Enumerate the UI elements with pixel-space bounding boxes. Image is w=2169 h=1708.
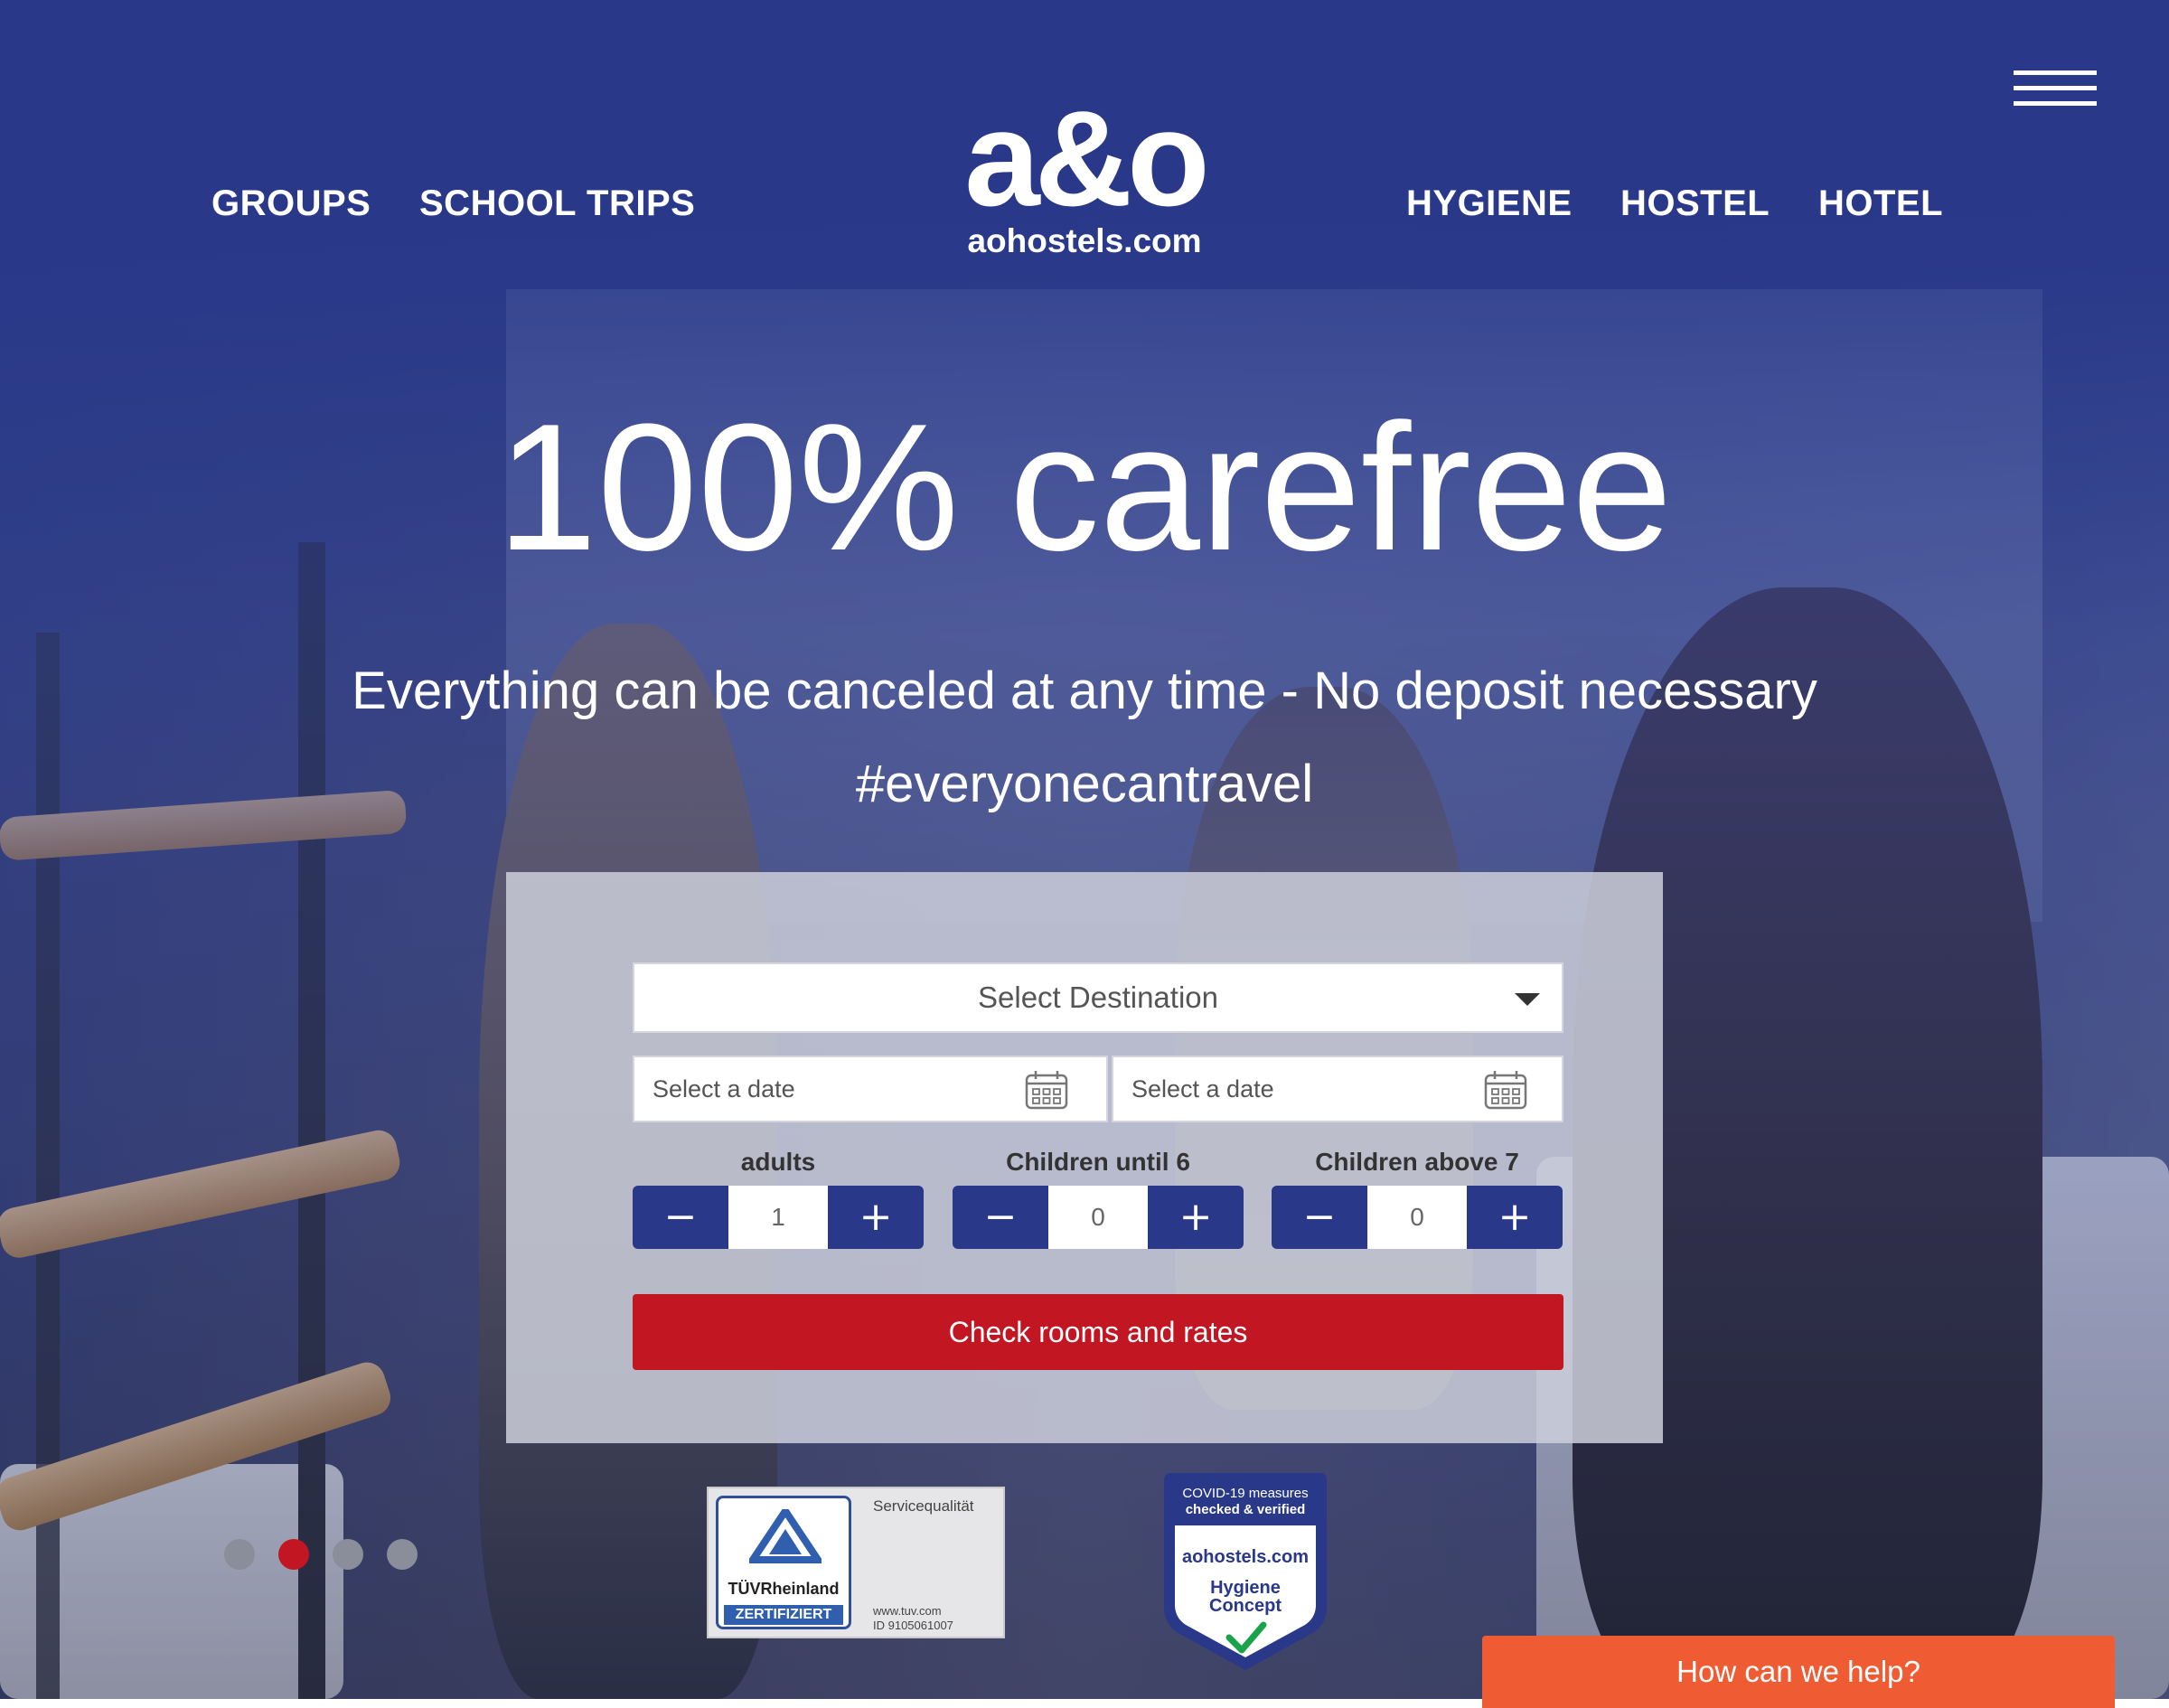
- adults-increment-button[interactable]: +: [828, 1186, 924, 1249]
- tuv-cert: ZERTIFIZIERT: [724, 1605, 843, 1625]
- nav-hotel[interactable]: HOTEL: [1818, 183, 1943, 224]
- checkout-placeholder: Select a date: [1131, 1075, 1274, 1103]
- logo-mark: a&o: [964, 82, 1209, 234]
- tuv-url: www.tuv.com: [873, 1604, 942, 1618]
- children-above-7-decrement-button[interactable]: −: [1272, 1186, 1367, 1249]
- carousel-indicators: [224, 1539, 418, 1570]
- chevron-down-icon: [1515, 993, 1540, 1006]
- tuv-brand: TÜVRheinland: [728, 1580, 840, 1598]
- tuv-certificate-badge[interactable]: TÜVRheinland ZERTIFIZIERT Servicequalitä…: [707, 1487, 1005, 1638]
- children-under-6-increment-button[interactable]: +: [1148, 1186, 1244, 1249]
- carousel-dot[interactable]: [224, 1539, 255, 1570]
- children-under-6-value[interactable]: 0: [1048, 1186, 1148, 1249]
- children-above-7-label: Children above 7: [1315, 1148, 1519, 1176]
- tuv-logo: TÜVRheinland ZERTIFIZIERT: [716, 1496, 851, 1629]
- hero-headline: 100% carefree: [496, 387, 1673, 588]
- checkout-date-field[interactable]: Select a date: [1112, 1056, 1563, 1122]
- children-above-7-increment-button[interactable]: +: [1467, 1186, 1563, 1249]
- destination-placeholder: Select Destination: [978, 981, 1218, 1014]
- help-chat-button[interactable]: How can we help?: [1482, 1636, 2115, 1708]
- logo-domain: aohostels.com: [967, 222, 1202, 259]
- adults-label: adults: [740, 1148, 816, 1176]
- hamburger-menu-icon[interactable]: [2014, 70, 2097, 108]
- calendar-icon[interactable]: [1484, 1070, 1527, 1110]
- hero-subline: Everything can be canceled at any time -…: [352, 662, 1817, 720]
- tuv-service-label: Servicequalität: [873, 1497, 974, 1515]
- hero-hashtag: #everyonecantravel: [855, 755, 1314, 813]
- children-above-7-value[interactable]: 0: [1367, 1186, 1467, 1249]
- checkin-placeholder: Select a date: [653, 1075, 795, 1103]
- checkin-date-field[interactable]: Select a date: [633, 1056, 1108, 1122]
- hygiene-line1: COVID-19 measures: [1182, 1486, 1309, 1501]
- nav-hostel[interactable]: HOSTEL: [1620, 183, 1770, 224]
- adults-value[interactable]: 1: [728, 1186, 828, 1249]
- tuv-triangle-icon: [749, 1509, 822, 1563]
- children-under-6-decrement-button[interactable]: −: [953, 1186, 1048, 1249]
- adults-decrement-button[interactable]: −: [633, 1186, 728, 1249]
- nav-school-trips[interactable]: SCHOOL TRIPS: [419, 183, 695, 224]
- children-under-6-stepper: − 0 +: [953, 1186, 1244, 1249]
- children-above-7-stepper: − 0 +: [1272, 1186, 1563, 1249]
- carousel-dot[interactable]: [333, 1539, 363, 1570]
- adults-stepper: − 1 +: [633, 1186, 924, 1249]
- hygiene-line2: checked & verified: [1185, 1502, 1306, 1517]
- carousel-dot[interactable]: [387, 1539, 418, 1570]
- hygiene-domain: aohostels.com: [1181, 1547, 1310, 1567]
- tuv-id: ID 9105061007: [873, 1619, 953, 1632]
- calendar-icon[interactable]: [1025, 1070, 1068, 1110]
- hygiene-title2: Concept: [1209, 1596, 1282, 1616]
- children-under-6-label: Children until 6: [1006, 1148, 1190, 1176]
- nav-hygiene[interactable]: HYGIENE: [1406, 183, 1573, 224]
- destination-select[interactable]: Select Destination: [633, 962, 1563, 1033]
- hygiene-concept-badge[interactable]: COVID-19 measures checked & verified aoh…: [1155, 1471, 1336, 1672]
- nav-groups[interactable]: GROUPS: [211, 183, 371, 224]
- check-rooms-button[interactable]: Check rooms and rates: [633, 1294, 1563, 1370]
- carousel-dot-active[interactable]: [278, 1539, 309, 1570]
